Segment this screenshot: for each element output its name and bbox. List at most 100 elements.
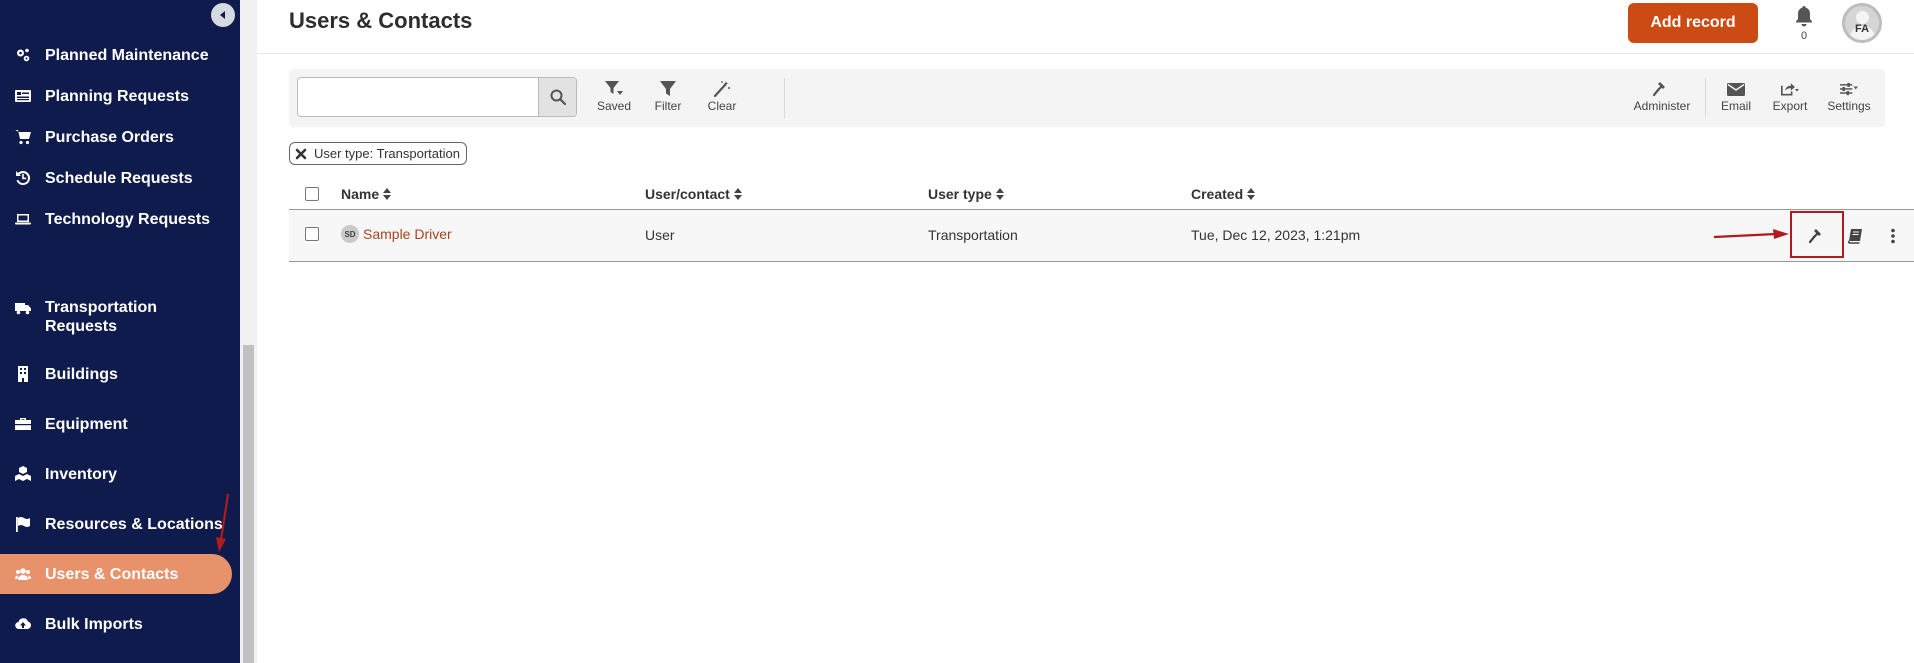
search-box [297, 77, 577, 117]
filter-button[interactable]: Filter [645, 81, 691, 113]
sidebar-item-equipment[interactable]: Equipment [0, 404, 232, 444]
user-contact-cell: User [645, 227, 675, 243]
sidebar-item-buildings[interactable]: Buildings [0, 354, 232, 394]
add-record-button[interactable]: Add record [1628, 3, 1758, 43]
sidebar-item-label: Equipment [45, 415, 128, 433]
notification-count: 0 [1800, 30, 1808, 42]
sidebar-item-transportation-requests[interactable]: Transportation Requests [0, 294, 232, 342]
remove-filter-icon[interactable] [294, 146, 308, 161]
user-type-cell: Transportation [928, 227, 1018, 243]
saved-label: Saved [596, 99, 632, 113]
export-label: Export [1772, 99, 1808, 113]
cart-icon [14, 128, 32, 146]
column-header-user-type[interactable]: User type [928, 186, 1004, 202]
column-header-created[interactable]: Created [1191, 186, 1256, 202]
filter-label: Filter [654, 99, 682, 113]
toolbox-icon [14, 415, 32, 433]
user-name: Sample Driver [363, 226, 452, 242]
sidebar-item-label: Bulk Imports [45, 615, 143, 633]
created-cell: Tue, Dec 12, 2023, 1:21pm [1191, 227, 1361, 243]
sidebar-item-technology-requests[interactable]: Technology Requests [0, 199, 232, 239]
vertical-ellipsis-icon [1891, 228, 1895, 244]
sidebar-item-planning-requests[interactable]: Planning Requests [0, 76, 232, 116]
toolbar-divider [1705, 78, 1706, 118]
sidebar-item-bulk-imports[interactable]: Bulk Imports [0, 604, 232, 644]
row-checkbox[interactable] [305, 227, 319, 241]
truck-icon [14, 299, 32, 317]
list-card-icon [14, 87, 32, 105]
column-label: User type [928, 186, 992, 202]
sidebar-item-label: Inventory [45, 465, 118, 483]
filter-icon [660, 81, 676, 96]
search-icon [550, 89, 566, 105]
sidebar-item-label: Resources & Locations [45, 515, 223, 533]
saved-filters-button[interactable]: Saved [591, 81, 637, 113]
sort-icon [383, 188, 392, 200]
collapse-sidebar-button[interactable] [211, 3, 235, 27]
history-icon [14, 169, 32, 187]
sidebar-item-label: Buildings [45, 365, 118, 383]
sidebar-item-planned-maintenance[interactable]: Planned Maintenance [0, 35, 232, 75]
sidebar-item-users-contacts[interactable]: Users & Contacts [0, 554, 232, 594]
email-button[interactable]: Email [1713, 81, 1759, 113]
sidebar-item-schedule-requests[interactable]: Schedule Requests [0, 158, 232, 198]
bell-icon [1796, 6, 1812, 27]
active-filter-chip: User type: Transportation [289, 142, 467, 165]
sidebar-item-label: Purchase Orders [45, 128, 174, 146]
administer-button[interactable]: Administer [1629, 81, 1695, 113]
user-mini-avatar: SD [341, 225, 359, 243]
sidebar-item-resources-locations[interactable]: Resources & Locations [0, 504, 232, 544]
sidebar-item-inventory[interactable]: Inventory [0, 454, 232, 494]
scrollbar-thumb[interactable] [243, 345, 254, 663]
flag-icon [14, 515, 32, 533]
row-view-book-button[interactable] [1843, 224, 1867, 248]
sidebar-item-purchase-orders[interactable]: Purchase Orders [0, 117, 232, 157]
select-all-checkbox[interactable] [305, 187, 319, 201]
annotation-highlight-box [1790, 211, 1844, 258]
avatar-initials: FA [1854, 23, 1870, 35]
export-button[interactable]: Export [1767, 81, 1813, 113]
filter-dropdown-icon [605, 81, 623, 95]
clear-label: Clear [707, 99, 737, 113]
settings-label: Settings [1827, 99, 1871, 113]
notifications-button[interactable]: 0 [1793, 5, 1815, 42]
sort-icon [1247, 188, 1256, 200]
page-title: Users & Contacts [289, 8, 473, 33]
search-input[interactable] [298, 78, 543, 116]
sort-icon [995, 188, 1004, 200]
list-toolbar: Saved Filter Clear Administer Email Expo… [289, 69, 1885, 127]
page-header: Users & Contacts Add record 0 FA [257, 0, 1914, 54]
users-icon [14, 565, 32, 583]
book-icon [1847, 229, 1862, 244]
table-row: SD Sample Driver User Transportation Tue… [289, 210, 1914, 262]
table-header: Name User/contact User type Created [289, 178, 1914, 210]
sidebar-item-label: Users & Contacts [45, 565, 179, 583]
building-icon [14, 365, 32, 383]
gavel-icon [1653, 82, 1665, 97]
caret-left-icon [220, 11, 225, 19]
cloud-upload-icon [14, 615, 32, 633]
row-more-options-button[interactable] [1881, 224, 1905, 248]
clear-filters-button[interactable]: Clear [699, 81, 745, 113]
sidebar: Planned Maintenance Planning Requests Pu… [0, 0, 240, 663]
sort-icon [733, 188, 742, 200]
sidebar-item-label: Transportation Requests [45, 299, 158, 335]
user-name-link[interactable]: SD Sample Driver [341, 225, 452, 243]
magic-wand-icon [713, 81, 730, 97]
boxes-icon [14, 465, 32, 483]
column-header-user-contact[interactable]: User/contact [645, 186, 742, 202]
column-header-name[interactable]: Name [341, 186, 392, 202]
toolbar-divider [784, 78, 785, 118]
filter-chip-label: User type: Transportation [314, 146, 460, 161]
share-export-icon [1781, 83, 1799, 96]
settings-button[interactable]: Settings [1821, 81, 1877, 113]
administer-label: Administer [1633, 99, 1691, 113]
email-label: Email [1720, 99, 1751, 113]
sliders-icon [1840, 82, 1858, 96]
column-label: Name [341, 186, 380, 202]
search-button[interactable] [538, 78, 576, 116]
sidebar-scrollbar[interactable] [240, 0, 257, 663]
gears-icon [14, 46, 32, 64]
column-label: Created [1191, 186, 1244, 202]
user-avatar[interactable]: FA [1842, 3, 1882, 43]
